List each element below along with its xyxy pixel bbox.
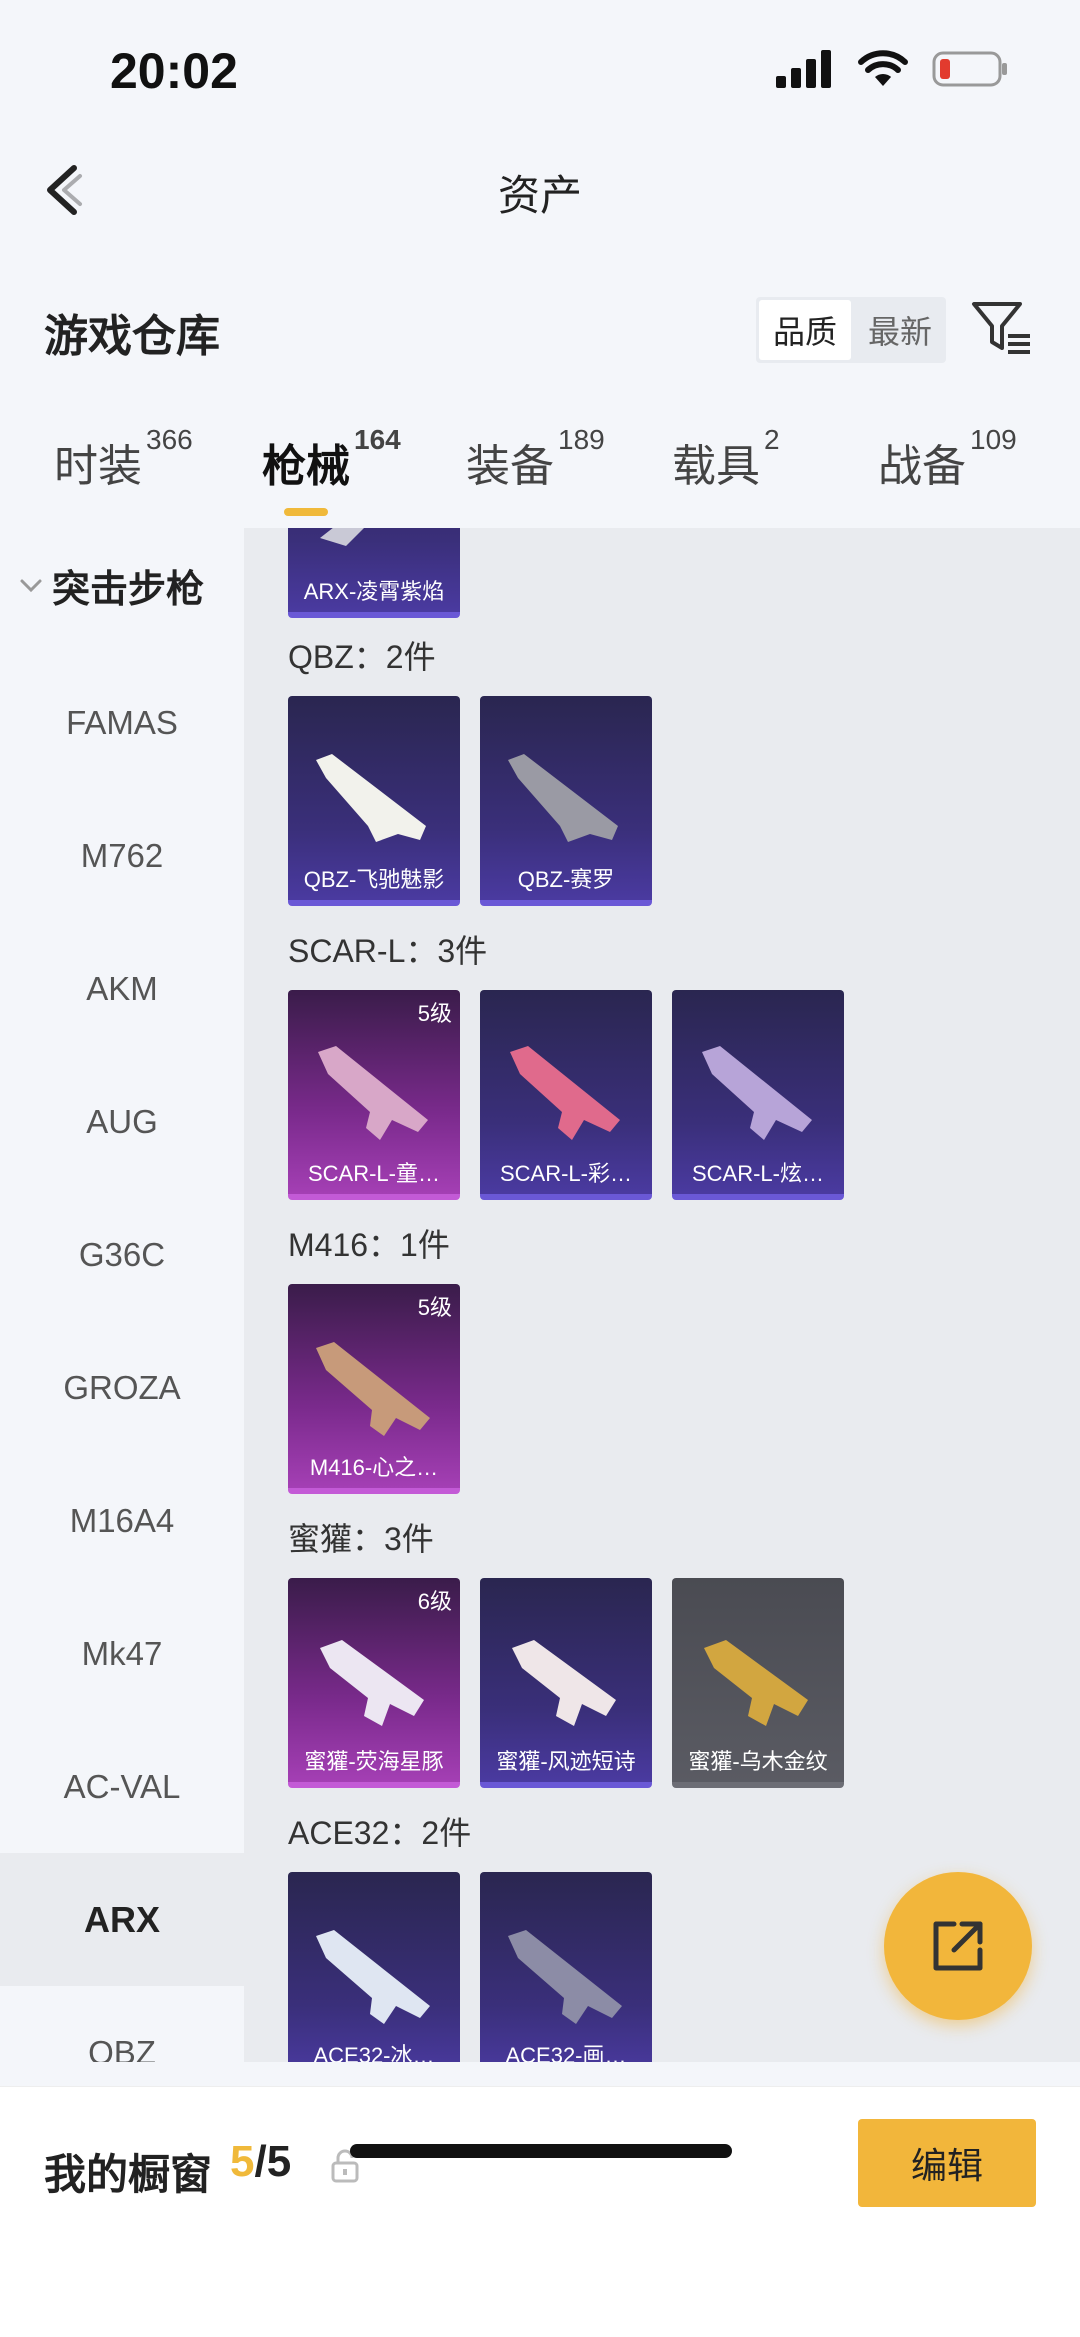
skin-name: SCAR-L-彩…	[499, 1161, 632, 1186]
sidebar-item-g36c[interactable]: G36C	[0, 1188, 244, 1321]
category-tabs: 时装366 枪械164 装备189 载具2 战备109	[0, 424, 1080, 530]
skin-name: ARX-凌霄紫焰	[303, 579, 445, 604]
gun-image-icon	[512, 1640, 616, 1726]
skin-card[interactable]: QBZ-飞驰魅影	[288, 696, 460, 906]
gun-image-icon	[510, 1046, 620, 1140]
tab-label: 战备	[878, 442, 966, 491]
gun-image-icon	[320, 1640, 424, 1726]
tab-supplies[interactable]: 战备109	[878, 424, 1017, 494]
skin-name: 蜜獾-乌木金纹	[688, 1749, 828, 1774]
gun-image-icon	[318, 1046, 428, 1140]
sidebar-category-header[interactable]: 突击步枪	[18, 558, 204, 613]
skin-card[interactable]: ARX-凌霄紫焰	[288, 528, 460, 618]
skin-card[interactable]: 5级 M416-心之…	[288, 1284, 460, 1494]
sidebar-item-arx[interactable]: ARX	[0, 1853, 244, 1986]
weapon-list: ARX-凌霄紫焰 QBZ：2件 QBZ-飞驰魅影 QBZ-赛罗 SCAR-L：3…	[244, 528, 1080, 2062]
skin-card[interactable]: SCAR-L-炫…	[672, 990, 844, 1200]
active-tab-indicator	[284, 508, 328, 516]
status-time: 20:02	[110, 43, 238, 99]
tab-count: 189	[558, 424, 605, 456]
tab-label: 枪械	[262, 442, 350, 491]
tab-count: 164	[354, 424, 401, 456]
tab-label: 时装	[54, 442, 142, 491]
sidebar-item-famas[interactable]: FAMAS	[0, 656, 244, 789]
sort-toggle: 品质 最新	[756, 297, 946, 363]
sidebar-category-label: 突击步枪	[52, 569, 205, 611]
gun-image-icon	[316, 1342, 430, 1436]
skin-name: ACE32-冰…	[313, 2043, 435, 2062]
gun-image-icon	[702, 1046, 812, 1140]
group-title-qbz: QBZ：2件	[288, 639, 436, 675]
filter-icon	[972, 302, 1030, 354]
skin-name: SCAR-L-炫…	[691, 1161, 824, 1186]
sidebar-item-ac-val[interactable]: AC-VAL	[0, 1720, 244, 1853]
filter-button[interactable]	[968, 296, 1034, 362]
showcase-count: 5/5	[230, 2137, 291, 2187]
tab-count: 109	[970, 424, 1017, 456]
tab-count: 366	[146, 424, 193, 456]
showcase-bar: 我的橱窗 5/5 编辑	[0, 2086, 1080, 2337]
sidebar-item-aug[interactable]: AUG	[0, 1055, 244, 1188]
group-title-honey-badger: 蜜獾：3件	[288, 1521, 434, 1557]
sidebar-item-qbz[interactable]: QBZ	[0, 1986, 244, 2063]
skin-card[interactable]: 6级 蜜獾-荧海星豚	[288, 1578, 460, 1788]
signal-icon	[776, 50, 831, 88]
gun-image-icon	[704, 1640, 808, 1726]
status-icons	[776, 50, 1008, 88]
skin-name: QBZ-飞驰魅影	[303, 867, 445, 892]
gun-image-icon	[508, 754, 618, 842]
skin-card[interactable]: 5级 SCAR-L-童…	[288, 990, 460, 1200]
showcase-total: 5	[266, 2137, 292, 2186]
tab-equipment[interactable]: 装备189	[466, 424, 605, 494]
tab-firearms[interactable]: 枪械164	[262, 424, 401, 494]
showcase-current: 5	[230, 2137, 255, 2186]
weapon-sidebar: 突击步枪 FAMAS M762 AKM AUG G36C GROZA M16A4…	[0, 528, 244, 2062]
group-title-scar-l: SCAR-L：3件	[288, 933, 488, 969]
sort-option-quality[interactable]: 品质	[759, 300, 851, 360]
skin-name: SCAR-L-童…	[307, 1161, 440, 1186]
page-title: 资产	[497, 172, 582, 219]
nav-bar: 资产	[0, 140, 1080, 240]
showcase-separator: /	[254, 2137, 267, 2186]
group-title-m416: M416：1件	[288, 1227, 450, 1263]
sidebar-item-groza[interactable]: GROZA	[0, 1321, 244, 1454]
gun-image-icon	[316, 1930, 430, 2024]
tab-count: 2	[764, 424, 780, 456]
gun-image-icon	[508, 1930, 622, 2024]
skin-card[interactable]: ACE32-画…	[480, 1872, 652, 2062]
home-indicator	[350, 2144, 732, 2158]
showcase-label: 我的橱窗	[44, 2151, 213, 2198]
group-title-ace32: ACE32：2件	[288, 1815, 472, 1851]
sidebar-item-akm[interactable]: AKM	[0, 922, 244, 1055]
share-button[interactable]	[884, 1872, 1032, 2020]
sidebar-item-mk47[interactable]: Mk47	[0, 1587, 244, 1720]
tab-vehicles[interactable]: 载具2	[672, 424, 780, 494]
sort-option-latest[interactable]: 最新	[854, 297, 946, 363]
skin-name: QBZ-赛罗	[517, 867, 615, 892]
tab-fashion[interactable]: 时装366	[54, 424, 193, 494]
tab-label: 装备	[466, 442, 554, 491]
status-bar: 20:02	[0, 0, 1080, 140]
sidebar-item-m16a4[interactable]: M16A4	[0, 1454, 244, 1587]
skin-card[interactable]: 蜜獾-风迹短诗	[480, 1578, 652, 1788]
battery-icon	[932, 51, 1007, 87]
skin-card[interactable]: QBZ-赛罗	[480, 696, 652, 906]
share-icon	[933, 1921, 983, 1971]
skin-name: 蜜獾-荧海星豚	[304, 1749, 444, 1774]
wifi-icon	[858, 50, 908, 86]
warehouse-title: 游戏仓库	[44, 312, 220, 361]
gun-image-icon	[320, 528, 364, 546]
skin-name: ACE32-画…	[505, 2043, 627, 2062]
edit-button[interactable]: 编辑	[858, 2119, 1036, 2207]
skin-card[interactable]: 蜜獾-乌木金纹	[672, 1578, 844, 1788]
chevron-down-icon	[20, 579, 42, 592]
skin-card[interactable]: SCAR-L-彩…	[480, 990, 652, 1200]
skin-card[interactable]: ACE32-冰…	[288, 1872, 460, 2062]
gun-image-icon	[316, 754, 426, 842]
sidebar-item-m762[interactable]: M762	[0, 789, 244, 922]
skin-name: M416-心之…	[309, 1455, 439, 1480]
skin-name: 蜜獾-风迹短诗	[496, 1749, 636, 1774]
tab-label: 载具	[672, 442, 760, 491]
